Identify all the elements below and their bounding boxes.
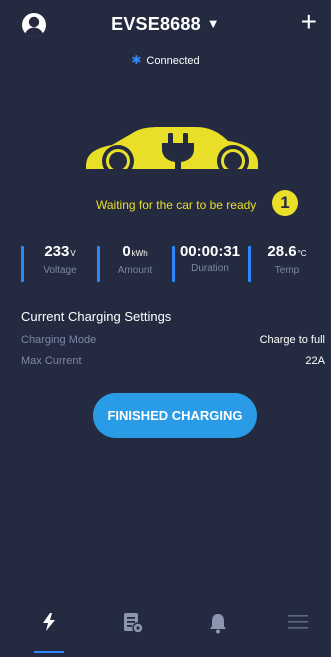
setting-key: Charging Mode (21, 334, 97, 346)
voltage-unit: V (70, 249, 76, 258)
connection-label: Connected (146, 55, 200, 67)
charging-status-message: Waiting for the car to be ready (96, 198, 257, 212)
connection-status: ✱ Connected (0, 53, 331, 67)
settings-title: Current Charging Settings (21, 309, 172, 324)
stat-divider (97, 246, 100, 282)
duration-label: Duration (191, 263, 229, 274)
device-selector[interactable]: EVSE8688 ▼ (0, 14, 331, 35)
menu-icon (288, 615, 308, 629)
temp-unit: °C (297, 249, 307, 258)
chevron-down-icon: ▼ (206, 16, 220, 31)
tab-charging[interactable] (29, 612, 69, 652)
add-device-button[interactable]: + (301, 6, 317, 38)
bell-icon (210, 614, 226, 634)
car-plug-icon (78, 127, 258, 177)
device-name: EVSE8688 (111, 14, 201, 34)
amount-unit: kWh (131, 249, 148, 258)
stat-divider (248, 246, 251, 282)
bottom-tab-bar (0, 602, 331, 657)
bluetooth-icon: ✱ (131, 53, 142, 67)
temp-value: 28.6 (267, 243, 297, 260)
stat-voltage: 233V Voltage (26, 243, 94, 283)
voltage-value: 233 (44, 243, 70, 260)
duration-value: 00:00:31 (179, 243, 241, 260)
stat-duration: 00:00:31 Duration (175, 243, 245, 283)
setting-value: 22A (305, 355, 325, 367)
records-icon (124, 613, 144, 634)
tab-menu[interactable] (278, 612, 318, 652)
stat-temp: 28.6°C Temp (252, 243, 322, 283)
setting-row-mode: Charging Mode Charge to full (21, 334, 325, 346)
charging-stats: 233V Voltage 0kWh Amount 00:00:31 Durati… (0, 243, 331, 283)
amount-value: 0 (122, 243, 131, 260)
amount-label: Amount (117, 265, 153, 276)
app-header: EVSE8688 ▼ + (0, 0, 331, 48)
finished-charging-button[interactable]: FINISHED CHARGING (93, 393, 257, 438)
active-tab-indicator (34, 651, 64, 653)
stat-amount: 0kWh Amount (102, 243, 168, 283)
step-badge: 1 (272, 190, 298, 216)
lightning-icon (43, 613, 55, 631)
voltage-label: Voltage (43, 265, 77, 276)
tab-notifications[interactable] (198, 612, 238, 652)
setting-key: Max Current (21, 355, 82, 367)
temp-label: Temp (274, 265, 300, 276)
setting-row-current: Max Current 22A (21, 355, 325, 367)
setting-value: Charge to full (259, 334, 325, 346)
tab-records[interactable] (113, 612, 153, 652)
stat-divider (21, 246, 24, 282)
